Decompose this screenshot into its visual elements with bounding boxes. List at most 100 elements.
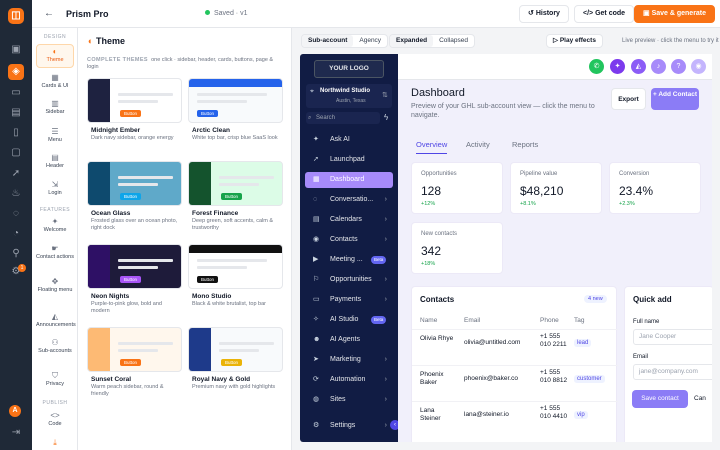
full-name-input[interactable]: Jane Cooper — [633, 329, 712, 345]
contact-tag: lead — [574, 339, 592, 347]
layers-icon[interactable]: ◈ — [8, 64, 24, 80]
theme-card[interactable]: Button Royal Navy & Gold Premium navy with… — [188, 327, 283, 405]
tab-login[interactable]: ⇲ Login — [36, 180, 74, 196]
swatch-button: Button — [120, 359, 142, 366]
help-icon[interactable]: ? — [671, 59, 686, 74]
app-logo[interactable]: ◫ — [8, 8, 24, 24]
nav-item-icon: ⚐ — [313, 276, 320, 283]
mock-nav-item[interactable]: ➤ Marketing › — [305, 352, 393, 368]
table-row[interactable]: Lana Steiner lana@steiner.io +1 555 010 44… — [412, 405, 618, 437]
kpi-delta: +18% — [421, 261, 436, 267]
subaccount-toggle[interactable]: Sub-account — [302, 35, 354, 47]
magic-icon[interactable]: ✦ — [610, 59, 625, 74]
theme-card[interactable]: Button Sunset Coral Warm peach sidebar, ro… — [87, 327, 182, 405]
mock-nav-item[interactable]: ▦ Dashboard — [305, 172, 393, 188]
theme-card[interactable]: Button Forest Finance Deep green, soft acc… — [188, 161, 283, 239]
chat-icon[interactable]: ◌ — [8, 206, 24, 222]
theme-card[interactable]: Button Arctic Clean White top bar, crisp b… — [188, 78, 283, 156]
expanded-toggle[interactable]: Expanded — [390, 35, 434, 47]
nav-item-icon: ⚙ — [313, 422, 320, 429]
row-divider — [412, 329, 618, 330]
mock-nav-item[interactable]: ▶ Meeting ... Beta — [305, 252, 393, 268]
rocket-icon[interactable]: ➚ — [8, 166, 24, 182]
megaphone-icon[interactable]: ◭ — [631, 59, 646, 74]
link-icon[interactable]: ⚲ — [8, 246, 24, 262]
palette-icon: ◐ — [88, 36, 94, 46]
collapse-chevron-icon[interactable]: ‹ — [390, 420, 398, 430]
calendar-icon[interactable]: ▤ — [8, 105, 24, 121]
tab-sub-accounts[interactable]: ⚇ Sub-accounts — [36, 338, 74, 354]
mock-nav-item[interactable]: ⚙ Settings › — [305, 418, 393, 434]
tab-sidebar[interactable]: ▥ Sidebar — [36, 99, 74, 115]
theme-card[interactable]: Button Ocean Glass Frosted glass over an o… — [87, 161, 182, 239]
logout-icon[interactable]: ⇥ — [8, 425, 24, 441]
swatch-line — [197, 93, 267, 96]
sidebar-mode-toggle: Expanded Collapsed — [389, 34, 475, 48]
tab-welcome[interactable]: ✦ Welcome — [36, 217, 74, 233]
contacts-card: Contacts 4 new Name Email Phone Tag Oliv… — [411, 286, 618, 442]
phone-icon[interactable]: ✆ — [589, 59, 604, 74]
tab-header[interactable]: ▤ Header — [36, 153, 74, 169]
bolt-icon[interactable]: ϟ — [384, 113, 388, 122]
mock-nav-item[interactable]: ⚐ Opportunities › — [305, 272, 393, 288]
add-contact-button[interactable]: + Add Contact — [651, 88, 699, 110]
tab-header-label: Header — [45, 163, 65, 169]
bell-icon[interactable]: ♪ — [651, 59, 666, 74]
table-row[interactable]: Phoenix Baker phoenix@baker.co +1 555 010 … — [412, 369, 618, 401]
nav-item-label: Settings — [330, 422, 356, 429]
export-button[interactable]: Export — [611, 88, 646, 110]
org-switcher[interactable]: ⌖ Northwind Studio Austin, Texas ⇅ — [306, 84, 392, 108]
tab-privacy[interactable]: ⛉ Privacy — [36, 371, 74, 387]
doc-icon[interactable]: ▯ — [8, 125, 24, 141]
tab-contact-actions[interactable]: ☛ Contact actions — [36, 244, 74, 260]
tab-floating-menu[interactable]: ✥ Floating menu — [36, 277, 74, 293]
mock-nav-item[interactable]: ▤ Calendars › — [305, 212, 393, 228]
quick-add-card: Quick add Full name Jane Cooper Email ja… — [624, 286, 712, 442]
agency-toggle[interactable]: Agency — [353, 35, 387, 47]
email-input[interactable]: jane@company.com — [633, 364, 712, 380]
mock-nav-item[interactable]: ➚ Launchpad — [305, 152, 393, 168]
tab-activity[interactable]: Activity — [466, 140, 490, 149]
history-button[interactable]: ↺ History — [519, 5, 569, 23]
collapsed-toggle[interactable]: Collapsed — [433, 35, 474, 47]
tab-overview[interactable]: Overview — [416, 140, 448, 154]
mock-nav-item[interactable]: ☻ AI Agents — [305, 332, 393, 348]
get-code-button[interactable]: </> Get code — [574, 5, 635, 23]
tab-menu[interactable]: ☰ Menu — [36, 127, 74, 143]
theme-card[interactable]: Button Neon Nights Purple-to-pink glow, bo… — [87, 244, 182, 322]
palette-icon: ◐ — [52, 47, 58, 56]
mock-nav-item[interactable]: ✦ Ask AI — [305, 132, 393, 148]
tab-reports[interactable]: Reports — [512, 140, 538, 149]
play-effects-button[interactable]: ▷ Play effects — [546, 34, 603, 48]
back-arrow-icon[interactable]: ← — [44, 8, 54, 19]
mock-nav-item[interactable]: ◍ Sites › — [305, 392, 393, 408]
user-icon[interactable]: ◉ — [691, 59, 706, 74]
save-contact-button[interactable]: Save contact — [632, 390, 688, 408]
grid-icon[interactable]: ▣ — [8, 42, 24, 58]
tab-code[interactable]: <> Code — [36, 411, 74, 427]
mock-nav-item[interactable]: ▭ Payments › — [305, 292, 393, 308]
tab-download[interactable]: ⤓ — [36, 438, 74, 448]
avatar[interactable]: A — [9, 405, 21, 417]
tab-cards[interactable]: ▦ Cards & UI — [36, 73, 74, 89]
swatch-line — [118, 183, 158, 186]
mock-nav-item[interactable]: ◌ Conversatio... › — [305, 192, 393, 208]
card-icon[interactable]: ▭ — [8, 85, 24, 101]
theme-card[interactable]: Button Midnight Ember Dark navy sidebar, o… — [87, 78, 182, 156]
gauge-icon[interactable]: ◔ — [8, 226, 24, 242]
full-name-label: Full name — [633, 319, 660, 325]
flame-icon[interactable]: ♨ — [8, 186, 24, 202]
tab-announcements[interactable]: ◭ Announcements — [36, 312, 76, 328]
theme-card[interactable]: Button Mono Studio Black & white brutalist… — [188, 244, 283, 322]
tab-theme[interactable]: ◐ Theme — [36, 44, 74, 68]
nav-item-icon: ▭ — [313, 296, 320, 303]
cancel-button[interactable]: Can — [694, 390, 712, 408]
mock-search[interactable]: ⌕ Search — [306, 112, 380, 124]
save-generate-button[interactable]: ▣ Save & generate — [634, 5, 716, 23]
mock-nav-item[interactable]: ◉ Contacts › — [305, 232, 393, 248]
clipboard-icon[interactable]: ▢ — [8, 145, 24, 161]
theme-swatch: Button — [188, 78, 283, 123]
table-row[interactable]: Olivia Rhye olivia@untitled.com +1 555 010… — [412, 333, 618, 365]
mock-nav-item[interactable]: ✧ AI Studio Beta — [305, 312, 393, 328]
mock-nav-item[interactable]: ⟳ Automation › — [305, 372, 393, 388]
